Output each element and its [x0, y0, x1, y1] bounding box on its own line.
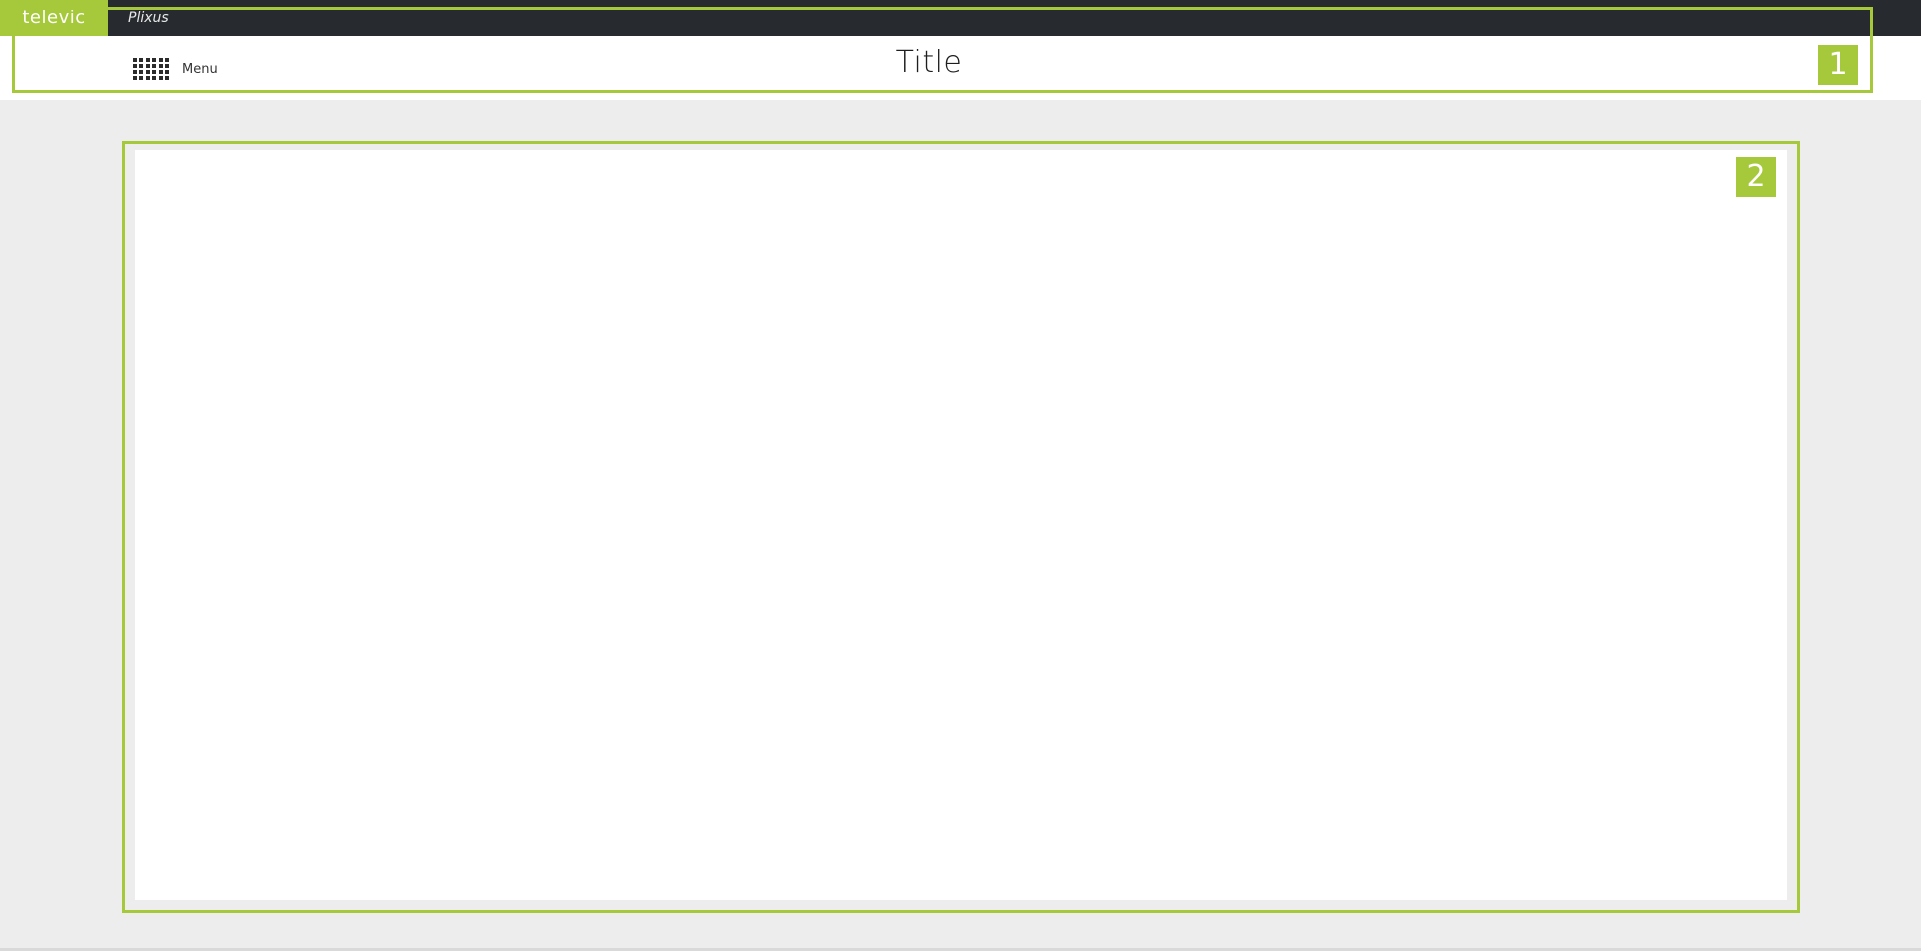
- content-annotation-frame: [122, 141, 1800, 913]
- header-annotation-frame: [12, 7, 1873, 93]
- header-annotation-badge: 1: [1818, 45, 1858, 85]
- content-annotation-badge: 2: [1736, 157, 1776, 197]
